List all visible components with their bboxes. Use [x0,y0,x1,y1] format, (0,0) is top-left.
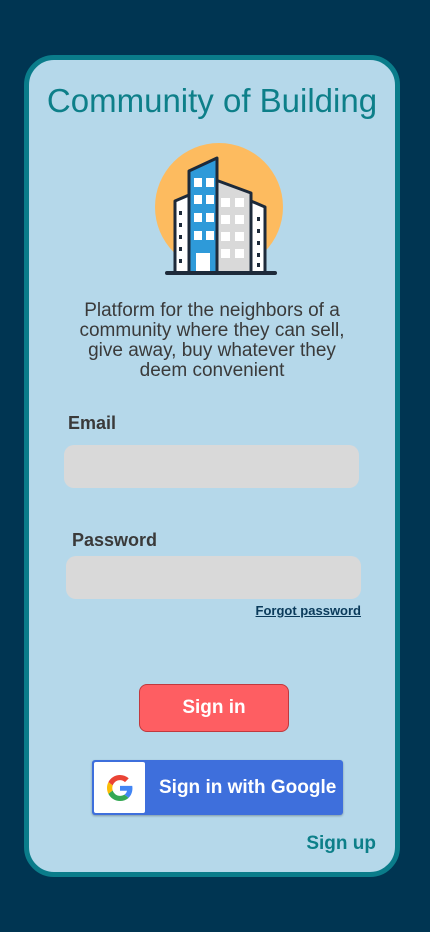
password-label: Password [72,530,158,550]
app-description: Platform for the neighbors of a communit… [79,300,345,381]
google-sign-in-label: Sign in with Google [159,777,337,798]
email-field[interactable] [64,445,359,488]
google-icon-container [94,762,145,813]
google-g-icon [107,775,133,801]
app-title: Community of Building [46,82,378,119]
sign-in-button[interactable]: Sign in [139,684,289,732]
building-logo-icon [149,143,289,278]
forgot-password-link[interactable]: Forgot password [256,603,361,618]
google-sign-in-button[interactable]: Sign in with Google [92,760,343,815]
email-label: Email [68,413,117,433]
password-field[interactable] [66,556,361,599]
sign-up-link[interactable]: Sign up [306,833,376,855]
login-card: Community of Building Platform for the n… [24,55,400,877]
